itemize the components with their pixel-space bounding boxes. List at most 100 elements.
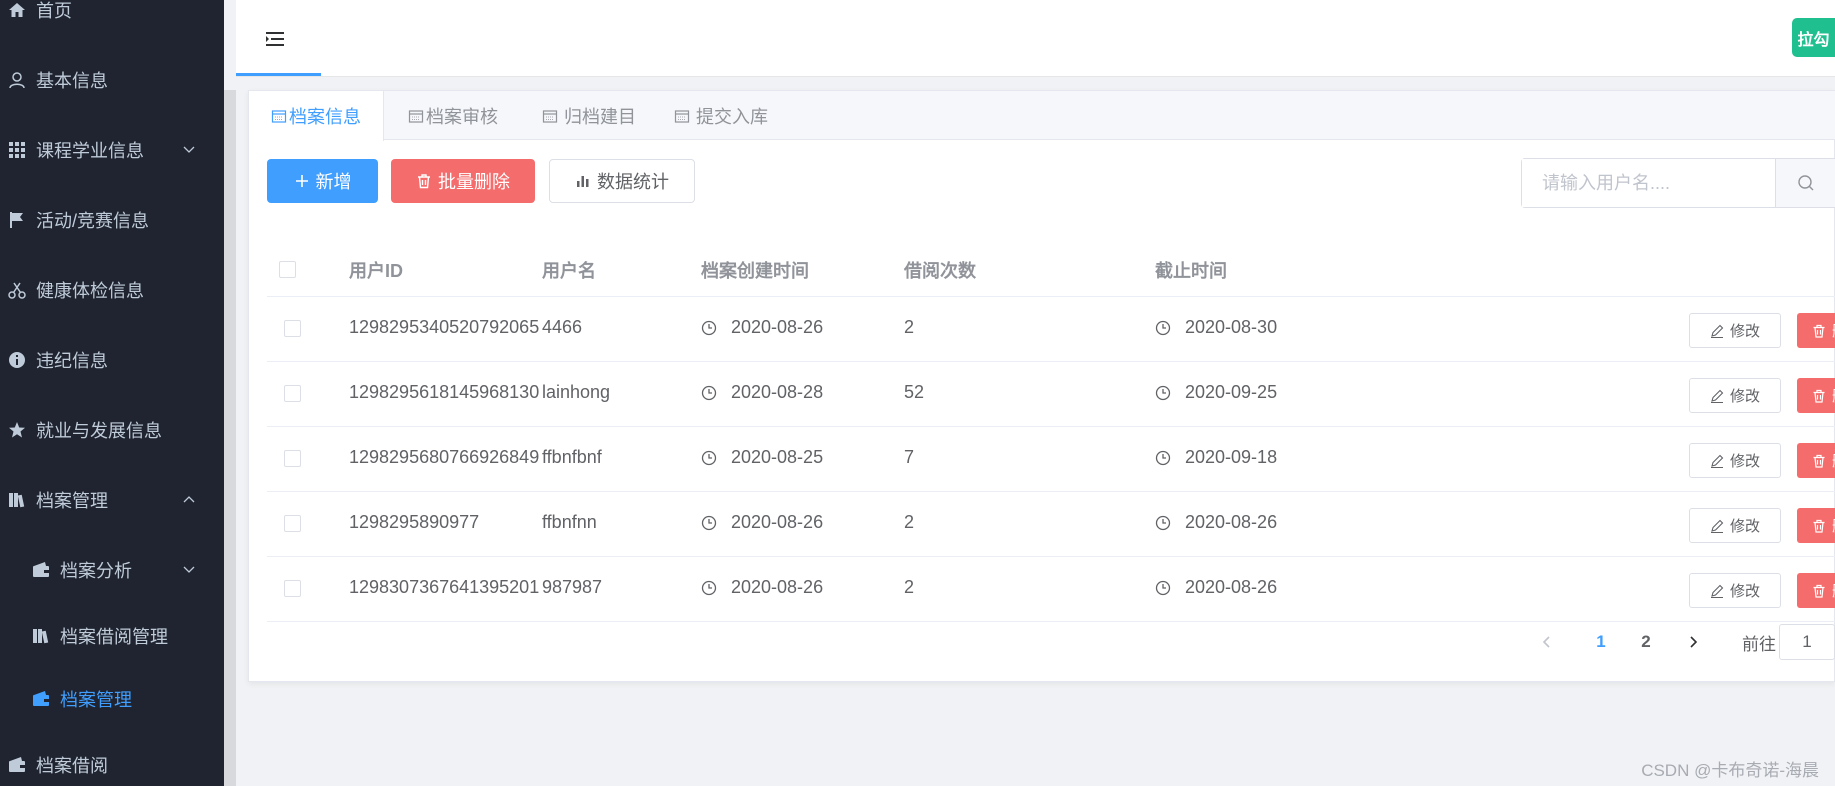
row-checkbox[interactable] [284,385,301,402]
sidebar: 首页 基本信息 课程学业信息 活动/竞赛信息 健康体检信息 违纪信息 就业与发展… [0,0,224,786]
statistics-label: 数据统计 [597,172,669,192]
edit-button[interactable]: 修改 [1689,313,1781,348]
cell-borrow-count: 2 [904,317,915,337]
edit-button[interactable]: 修改 [1689,508,1781,543]
edit-icon [1710,324,1724,338]
edit-label: 修改 [1729,518,1760,535]
edit-button[interactable]: 修改 [1689,573,1781,608]
sidebar-item-health[interactable]: 健康体检信息 [0,270,215,310]
created-date: 2020-08-26 [731,317,824,337]
star-icon [6,419,28,441]
sidebar-item-basic-info[interactable]: 基本信息 [0,60,215,100]
row-checkbox[interactable] [284,450,301,467]
trash-icon [1813,519,1825,533]
edit-label: 修改 [1729,583,1760,600]
page-1[interactable]: 1 [1589,624,1613,660]
sidebar-item-archive-management[interactable]: 档案管理 [0,480,215,520]
sidebar-item-archive-management-active[interactable]: 档案管理 [0,679,215,719]
row-checkbox[interactable] [284,580,301,597]
clock-icon [1155,515,1171,530]
column-header-created: 档案创建时间 [701,261,809,281]
search-input[interactable] [1522,159,1776,207]
add-button-label: 新增 [315,172,352,192]
batch-delete-button[interactable]: 批量删除 [391,159,535,203]
watermark: CSDN @卡布奇诺-海晨 [1641,761,1819,780]
sidebar-item-archive-analysis[interactable]: 档案分析 [0,550,215,590]
cell-deadline: 2020-08-30 [1155,317,1277,338]
plus-icon [295,175,308,187]
sidebar-item-course[interactable]: 课程学业信息 [0,130,215,170]
table-row: 1298295340520792065 4466 2020-08-26 2 20… [267,297,1835,362]
edit-button[interactable]: 修改 [1689,378,1781,413]
tab-submit-storage[interactable]: 提交入库 [656,91,786,140]
cell-borrow-count: 7 [904,447,915,467]
delete-button[interactable]: 删除 [1797,378,1835,413]
sidebar-item-label: 基本信息 [36,71,108,91]
created-date: 2020-08-28 [731,382,824,402]
edit-icon [1710,389,1724,403]
delete-button[interactable]: 删除 [1797,573,1835,608]
calendar-icon [408,109,424,123]
cell-username: 4466 [542,317,583,337]
tab-archive-catalog[interactable]: 归档建目 [522,91,656,140]
trash-icon [1813,324,1825,338]
goto-page-input[interactable] [1779,624,1835,660]
sidebar-item-employment[interactable]: 就业与发展信息 [0,410,215,450]
tab-label: 归档建目 [564,106,636,127]
cell-user-id: 1298295340520792065 [349,317,540,337]
sidebar-item-home[interactable]: 首页 [0,0,215,30]
cell-borrow-count: 2 [904,577,915,597]
cell-username: ffbnfbnf [542,447,602,467]
tab-archive-review[interactable]: 档案审核 [384,91,522,140]
clock-icon [701,450,717,465]
delete-button[interactable]: 删除 [1797,508,1835,543]
trash-icon [1813,584,1825,598]
cell-created: 2020-08-26 [701,317,823,338]
cell-user-id: 1298295618145968130 [349,382,540,402]
next-page-icon[interactable] [1685,634,1701,650]
prev-page-icon[interactable] [1539,634,1555,650]
sidebar-item-archive-borrow-management[interactable]: 档案借阅管理 [0,616,215,656]
cell-created: 2020-08-26 [701,577,823,598]
tab-archive-info[interactable]: 档案信息 [249,91,384,141]
add-button[interactable]: 新增 [267,159,378,203]
page-2[interactable]: 2 [1634,624,1658,660]
books-icon [6,489,28,511]
chevron-down-icon [183,146,195,153]
edit-icon [1710,584,1724,598]
edit-button[interactable]: 修改 [1689,443,1781,478]
cell-user-id: 1298295680766926849 [349,447,540,467]
chevron-up-icon [183,496,195,503]
avatar[interactable]: 拉勾 [1792,18,1835,57]
cell-created: 2020-08-25 [701,447,823,468]
sidebar-item-label: 档案管理 [60,690,132,710]
scrollbar[interactable] [224,90,236,786]
home-icon [6,0,28,21]
statistics-button[interactable]: 数据统计 [549,159,695,203]
row-checkbox[interactable] [284,515,301,532]
cell-deadline: 2020-09-25 [1155,382,1277,403]
delete-button[interactable]: 删除 [1797,313,1835,348]
row-checkbox[interactable] [284,320,301,337]
clock-icon [1155,320,1171,335]
sidebar-item-label: 档案管理 [36,491,108,511]
sidebar-item-archive-borrow[interactable]: 档案借阅 [0,745,215,785]
cell-created: 2020-08-26 [701,512,823,533]
clock-icon [1155,385,1171,400]
cell-username: ffbnfnn [542,512,597,532]
clock-icon [1155,450,1171,465]
deadline-date: 2020-08-26 [1185,577,1278,597]
wallet-icon [30,559,52,581]
sidebar-item-discipline[interactable]: 违纪信息 [0,340,215,380]
sidebar-item-activity[interactable]: 活动/竞赛信息 [0,200,215,240]
table-row: 1298295680766926849 ffbnfbnf 2020-08-25 … [267,427,1835,492]
info-icon [6,349,28,371]
clock-icon [701,320,717,335]
menu-collapse-icon[interactable] [265,31,285,47]
select-all-checkbox[interactable] [279,261,296,278]
edit-label: 修改 [1729,323,1760,340]
delete-button[interactable]: 删除 [1797,443,1835,478]
sidebar-item-label: 健康体检信息 [36,281,144,301]
search-button[interactable] [1775,159,1835,207]
cell-borrow-count: 2 [904,512,915,532]
